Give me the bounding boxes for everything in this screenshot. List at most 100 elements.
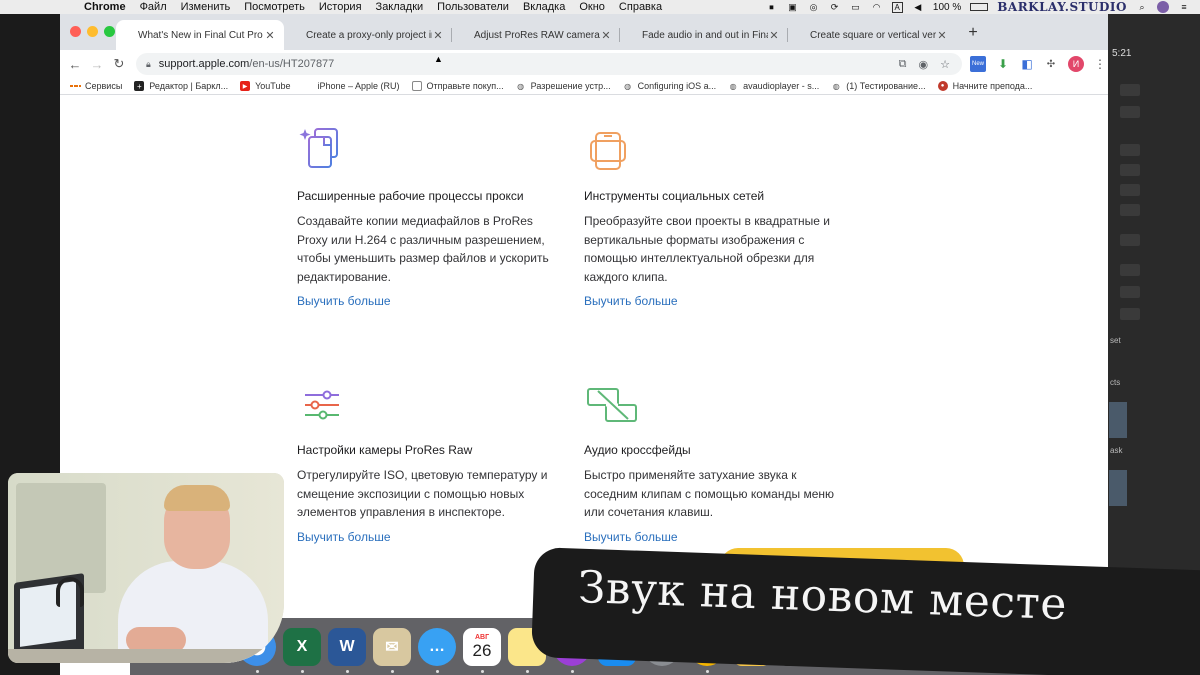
battery-icon[interactable] xyxy=(970,3,989,11)
close-tab-icon[interactable]: ✕ xyxy=(936,29,948,42)
menu-file[interactable]: Файл xyxy=(140,1,167,13)
brand-logo: BARKLAY.STUDIO xyxy=(997,0,1127,14)
translate-extension-icon[interactable]: ◧ xyxy=(1020,57,1034,71)
back-button[interactable]: ← xyxy=(64,57,86,72)
bookmark-permission[interactable]: ◍ Разрешение устр... xyxy=(516,81,611,91)
forward-button[interactable]: → xyxy=(86,57,108,72)
tab-title: Adjust ProRes RAW camera sett xyxy=(474,29,600,41)
excel-icon[interactable]: X xyxy=(283,628,321,666)
notification-center-icon[interactable]: ≡ xyxy=(1178,2,1190,12)
tab-fade-audio[interactable]: Fade audio in and out in Final C ✕ xyxy=(620,20,788,50)
messages-icon[interactable]: … xyxy=(418,628,456,666)
bookmark-configuring-ios[interactable]: ◍ Configuring iOS a... xyxy=(623,81,716,91)
learn-more-link[interactable]: Выучить больше xyxy=(297,294,391,308)
tab-strip: What's New in Final Cut Pro X ✕ Create a… xyxy=(60,14,1108,50)
tab-proxy-project[interactable]: Create a proxy-only project in F ✕ xyxy=(284,20,452,50)
bookmark-label: Отправьте покуп... xyxy=(426,81,504,91)
youtube-icon: ▶ xyxy=(240,81,251,91)
running-indicator xyxy=(391,670,394,673)
tab-title: Create square or vertical versio xyxy=(810,29,936,41)
profile-avatar[interactable]: И xyxy=(1068,56,1084,72)
feature-title: Расширенные рабочие процессы прокси xyxy=(297,189,524,203)
macos-menu-bar: Chrome Файл Изменить Посмотреть История … xyxy=(0,0,1200,14)
menu-bookmarks[interactable]: Закладки xyxy=(376,1,424,13)
calendar-day: 26 xyxy=(472,640,492,660)
extensions-puzzle-icon[interactable]: ✣ xyxy=(1044,57,1058,71)
calendar-month: АВГ xyxy=(474,633,490,641)
menu-tab[interactable]: Вкладка xyxy=(523,1,565,13)
background-label: set xyxy=(1110,336,1121,345)
volume-icon[interactable]: ◀ xyxy=(912,2,924,12)
bookmark-send-purchase[interactable]: Отправьте покуп... xyxy=(411,81,504,91)
running-indicator xyxy=(301,670,304,673)
plus-square-icon: + xyxy=(134,81,145,91)
menu-people[interactable]: Пользователи xyxy=(437,1,509,13)
bookmark-testing[interactable]: ◍ (1) Тестирование... xyxy=(831,81,926,91)
mail-icon[interactable]: ✉ xyxy=(373,628,411,666)
screen-icon[interactable]: ▣ xyxy=(787,2,799,12)
url-host: support.apple.com xyxy=(158,58,250,70)
menu-app-name[interactable]: Chrome xyxy=(84,1,126,13)
menu-window[interactable]: Окно xyxy=(579,1,605,13)
apple-icon xyxy=(302,81,312,91)
feature-social: Инструменты социальных сетей Преобразуйт… xyxy=(584,125,854,310)
background-time: 5:21 xyxy=(1112,48,1132,59)
feature-description: Отрегулируйте ISO, цветовую температуру … xyxy=(297,466,567,522)
learn-more-link[interactable]: Выучить больше xyxy=(584,530,678,544)
tab-whats-new[interactable]: What's New in Final Cut Pro X ✕ xyxy=(116,20,284,50)
new-tab-button[interactable]: + xyxy=(964,24,982,42)
feature-description-line: чтобы уменьшить размер файлов и ускорить xyxy=(297,251,549,265)
spotlight-search-icon[interactable]: ⌕ xyxy=(1136,2,1148,12)
fullscreen-window-button[interactable] xyxy=(104,26,115,37)
tab-prores-raw[interactable]: Adjust ProRes RAW camera sett ✕ xyxy=(452,20,620,50)
running-indicator xyxy=(571,670,574,673)
menu-view[interactable]: Посмотреть xyxy=(244,1,305,13)
more-menu-icon[interactable]: ⋮ xyxy=(1094,57,1106,71)
tracking-blocked-icon[interactable]: ◉ xyxy=(919,58,929,71)
close-tab-icon[interactable]: ✕ xyxy=(768,29,780,42)
tab-square-vertical[interactable]: Create square or vertical versio ✕ xyxy=(788,20,956,50)
feature-audio-crossfade: Аудио кроссфейды Быстро применяйте затух… xyxy=(584,381,854,546)
word-icon[interactable]: W xyxy=(328,628,366,666)
new-extension-icon[interactable]: New xyxy=(970,56,986,72)
input-source[interactable]: A xyxy=(891,1,903,13)
wifi-icon[interactable]: ◠ xyxy=(871,2,883,12)
sync-icon[interactable]: ⟳ xyxy=(829,2,841,12)
address-bar[interactable]: 🔒︎ support.apple.com/en-us/HT207877 ⧉ ◉ … xyxy=(136,53,962,75)
menu-history[interactable]: История xyxy=(319,1,362,13)
bookmark-youtube[interactable]: ▶ YouTube xyxy=(240,81,290,91)
translate-icon[interactable]: ⧉ xyxy=(899,58,907,71)
learn-more-link[interactable]: Выучить больше xyxy=(297,530,391,544)
background-row xyxy=(1120,184,1140,196)
menu-extras: ⏹ ▣ ◎ ⟳ ▭ ◠ A ◀ 100 % BARKLAY.STUDIO ⌕ ≡ xyxy=(766,0,1190,14)
learn-more-link[interactable]: Выучить больше xyxy=(584,294,678,308)
download-extension-icon[interactable]: ⬇ xyxy=(996,57,1010,71)
reload-button[interactable]: ↻ xyxy=(108,56,130,72)
airplay-icon[interactable]: ▭ xyxy=(850,2,862,12)
omnibox-actions: ⧉ ◉ ☆ xyxy=(899,53,950,75)
menu-edit[interactable]: Изменить xyxy=(181,1,231,13)
bookmark-apps[interactable]: Сервисы xyxy=(70,81,122,91)
close-tab-icon[interactable]: ✕ xyxy=(264,29,276,42)
bookmark-avaudioplayer[interactable]: ◍ avaudioplayer - s... xyxy=(728,81,820,91)
menu-help[interactable]: Справка xyxy=(619,1,662,13)
close-tab-icon[interactable]: ✕ xyxy=(432,29,444,42)
background-row xyxy=(1120,286,1140,298)
running-indicator xyxy=(436,670,439,673)
bookmark-iphone[interactable]: iPhone – Apple (RU) xyxy=(302,81,399,91)
bookmark-star-icon[interactable]: ☆ xyxy=(940,58,950,71)
calendar-icon[interactable]: АВГ 26 xyxy=(463,628,501,666)
lock-icon[interactable]: 🔒︎ xyxy=(146,59,151,70)
bookmark-start-teaching[interactable]: ● Начните препода... xyxy=(937,81,1032,91)
feature-description-line: Отрегулируйте ISO, цветовую температуру … xyxy=(297,468,548,482)
user-avatar[interactable] xyxy=(1157,1,1169,13)
bookmark-label: avaudioplayer - s... xyxy=(743,81,820,91)
record-stop-icon[interactable]: ⏹ xyxy=(766,2,778,12)
bookmark-editor[interactable]: + Редактор | Баркл... xyxy=(134,81,228,91)
minimize-window-button[interactable] xyxy=(87,26,98,37)
feature-description-line: Proxy или H.264 с различным разрешением, xyxy=(297,232,545,247)
close-tab-icon[interactable]: ✕ xyxy=(600,29,612,42)
close-window-button[interactable] xyxy=(70,26,81,37)
globe-icon: ◍ xyxy=(624,81,632,91)
creative-cloud-icon[interactable]: ◎ xyxy=(808,2,820,12)
